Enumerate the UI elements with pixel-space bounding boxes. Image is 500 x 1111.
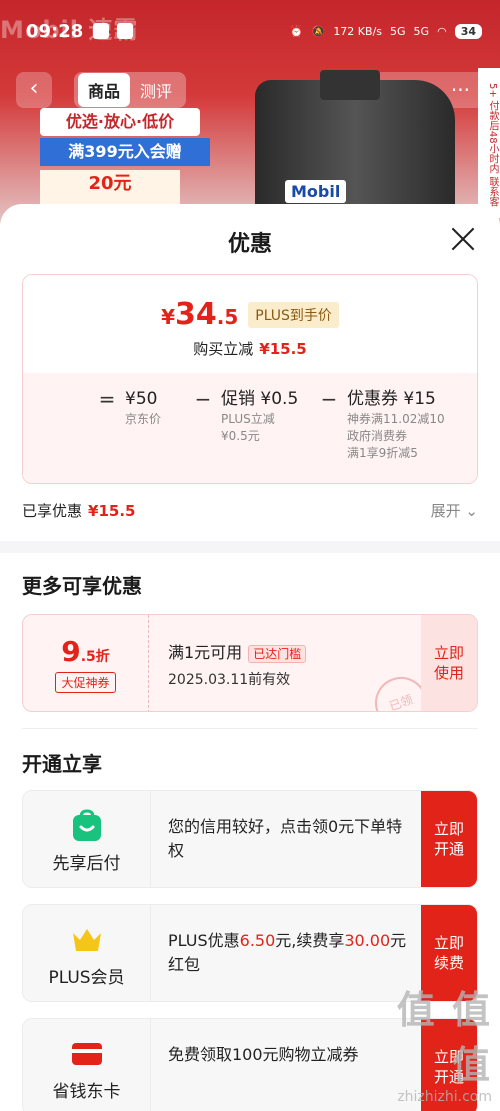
desc-part-c: 元,续费享 bbox=[275, 931, 345, 950]
coupon-discount-area: 9.5折 大促神券 bbox=[23, 615, 149, 711]
renew-bonus: 30.00 bbox=[344, 931, 391, 950]
section-gap bbox=[0, 541, 500, 553]
use-label-1: 立即 bbox=[433, 644, 464, 662]
service-desc: PLUS优惠6.50元,续费享30.00元红包 bbox=[168, 929, 408, 977]
coupon-condition: 满1元可用 已达门槛 bbox=[168, 639, 307, 663]
open-benefits-title: 开通立享 bbox=[22, 752, 102, 776]
minus-sign-1: − bbox=[194, 387, 212, 411]
mute-icon: 🔕 bbox=[311, 24, 326, 38]
expand-button[interactable]: 展开 ⌄ bbox=[431, 500, 478, 521]
coupon-card[interactable]: 9.5折 大促神券 满1元可用 已达门槛 2025.03.11前有效 已领 立即 … bbox=[22, 614, 478, 712]
expand-label: 展开 bbox=[430, 502, 461, 520]
clock: 09:28 bbox=[26, 20, 84, 42]
wifi-icon: ◠ bbox=[437, 24, 447, 38]
plus-saving: 6.50 bbox=[239, 931, 276, 950]
btn-label-2: 开通 bbox=[433, 840, 464, 858]
reduce-value: ¥15.5 bbox=[259, 340, 307, 358]
promo-banner-2: 满399元入会赠 bbox=[40, 138, 210, 166]
btn-label-2: 续费 bbox=[433, 954, 464, 972]
instant-reduce: 购买立减 ¥15.5 bbox=[23, 338, 477, 359]
shopping-bag-icon bbox=[72, 809, 101, 841]
currency-symbol: ¥ bbox=[161, 305, 175, 329]
side-service-tag[interactable]: 5+ 付款后48小时内 联系客 bbox=[478, 68, 500, 218]
equals-sign: = bbox=[98, 387, 116, 411]
coupon-amount: 优惠券 ¥15 bbox=[347, 389, 436, 409]
tab-product[interactable]: 商品 bbox=[78, 73, 131, 107]
promo-amount: 促销 ¥0.5 bbox=[221, 389, 299, 409]
promo-detail-2: ¥0.5元 bbox=[221, 429, 260, 443]
base-price-label: 京东价 bbox=[125, 412, 162, 426]
base-price: ¥50 bbox=[125, 389, 158, 409]
promo-banner-1: 优选·放心·低价 bbox=[40, 108, 200, 136]
signal-2: 5G bbox=[413, 24, 430, 38]
promo-detail-1: PLUS立减 bbox=[221, 412, 275, 426]
desc-part-a: PLUS优惠 bbox=[168, 931, 240, 950]
more-discounts-title: 更多可享优惠 bbox=[22, 574, 142, 598]
use-now-button[interactable]: 立即 使用 bbox=[421, 615, 477, 711]
app-notification-icon bbox=[117, 23, 134, 39]
coupon-detail-1: 神券满11.02减10 bbox=[347, 412, 445, 426]
final-price-section: ¥34.5 PLUS到手价 购买立减 ¥15.5 bbox=[23, 275, 477, 373]
service-name: 省钱东卡 bbox=[52, 1082, 121, 1102]
service-name: 先享后付 bbox=[52, 854, 121, 874]
base-price-term: ¥50 京东价 bbox=[125, 389, 185, 462]
bottle-label: Mobil bbox=[285, 180, 347, 203]
btn-label-1: 立即 bbox=[433, 820, 464, 838]
alarm-icon: ⏰ bbox=[289, 24, 304, 38]
network-speed: 172 KB/s bbox=[333, 24, 383, 38]
price-integer: 34 bbox=[174, 297, 217, 332]
coupon-type-tag: 大促神券 bbox=[55, 672, 116, 693]
price-decimal: .5 bbox=[216, 305, 239, 329]
product-tabs: 商品 测评 bbox=[74, 72, 187, 108]
close-icon[interactable] bbox=[448, 224, 478, 254]
more-icon[interactable]: ··· bbox=[451, 78, 470, 102]
coupon-info: 满1元可用 已达门槛 2025.03.11前有效 bbox=[168, 639, 307, 689]
promo-term: 促销 ¥0.5 PLUS立减 ¥0.5元 bbox=[221, 389, 311, 462]
signal-1: 5G bbox=[390, 24, 406, 38]
chevron-down-icon: ⌄ bbox=[465, 502, 478, 520]
plus-price-tag: PLUS到手价 bbox=[248, 301, 339, 328]
final-price: ¥34.5 bbox=[161, 297, 238, 332]
coupon-detail-2: 政府消费券 bbox=[347, 429, 408, 443]
enjoyed-label: 已享优惠 bbox=[22, 502, 83, 520]
enjoyed-value: ¥15.5 bbox=[88, 502, 136, 520]
coupon-validity: 2025.03.11前有效 bbox=[168, 672, 291, 688]
price-breakdown: = ¥50 京东价 − 促销 ¥0.5 PLUS立减 ¥0.5元 − 优惠券 ¥… bbox=[23, 373, 477, 483]
service-icon-area: 先享后付 bbox=[23, 791, 151, 887]
sheet-title: 优惠 bbox=[227, 232, 272, 257]
watermark-url: zhizhizhi.com bbox=[397, 1089, 492, 1105]
minus-sign-2: − bbox=[320, 387, 338, 411]
coupon-detail-3: 满1享9折减5 bbox=[347, 446, 418, 460]
tiktok-icon bbox=[93, 23, 110, 39]
card-icon bbox=[71, 1043, 102, 1065]
price-card: ¥34.5 PLUS到手价 购买立减 ¥15.5 = ¥50 京东价 − 促销 ¥… bbox=[22, 274, 478, 484]
tab-review[interactable]: 测评 bbox=[130, 73, 182, 107]
discount-small: .5折 bbox=[80, 649, 110, 665]
condition-text: 满1元可用 bbox=[168, 643, 243, 662]
coupon-discount: 9.5折 bbox=[23, 635, 148, 668]
use-label-2: 使用 bbox=[433, 664, 464, 682]
enjoyed-discount: 已享优惠 ¥15.5 bbox=[22, 500, 135, 521]
service-desc: 您的信用较好，点击领0元下单特权 bbox=[168, 817, 403, 860]
open-now-button[interactable]: 立即 开通 bbox=[421, 791, 477, 887]
crown-icon bbox=[72, 929, 101, 951]
service-pay-later[interactable]: 先享后付 您的信用较好，点击领0元下单特权 立即 开通 bbox=[22, 790, 478, 888]
back-button[interactable]: ‹ bbox=[16, 72, 52, 108]
discount-sheet: 优惠 ¥34.5 PLUS到手价 购买立减 ¥15.5 = ¥50 京东价 − bbox=[0, 204, 500, 1111]
btn-label-1: 立即 bbox=[433, 934, 464, 952]
coupon-term: 优惠券 ¥15 神券满11.02减10 政府消费券 满1享9折减5 bbox=[347, 389, 457, 462]
service-icon-area: 省钱东卡 bbox=[23, 1019, 151, 1111]
service-name: PLUS会员 bbox=[48, 968, 125, 988]
reduce-label: 购买立减 bbox=[193, 340, 254, 358]
watermark: 值 值 值 zhizhizhi.com bbox=[342, 979, 492, 1105]
watermark-text: 值 值 值 bbox=[396, 988, 492, 1087]
threshold-reached-badge: 已达门槛 bbox=[248, 645, 307, 663]
discount-big: 9 bbox=[61, 635, 81, 668]
service-icon-area: PLUS会员 bbox=[23, 905, 151, 1001]
status-bar: 09:28 ⏰ 🔕 172 KB/s 5G 5G ◠ 34 bbox=[0, 0, 500, 62]
battery-indicator: 34 bbox=[454, 23, 482, 39]
bottle-cap bbox=[320, 70, 380, 100]
divider bbox=[22, 728, 478, 729]
